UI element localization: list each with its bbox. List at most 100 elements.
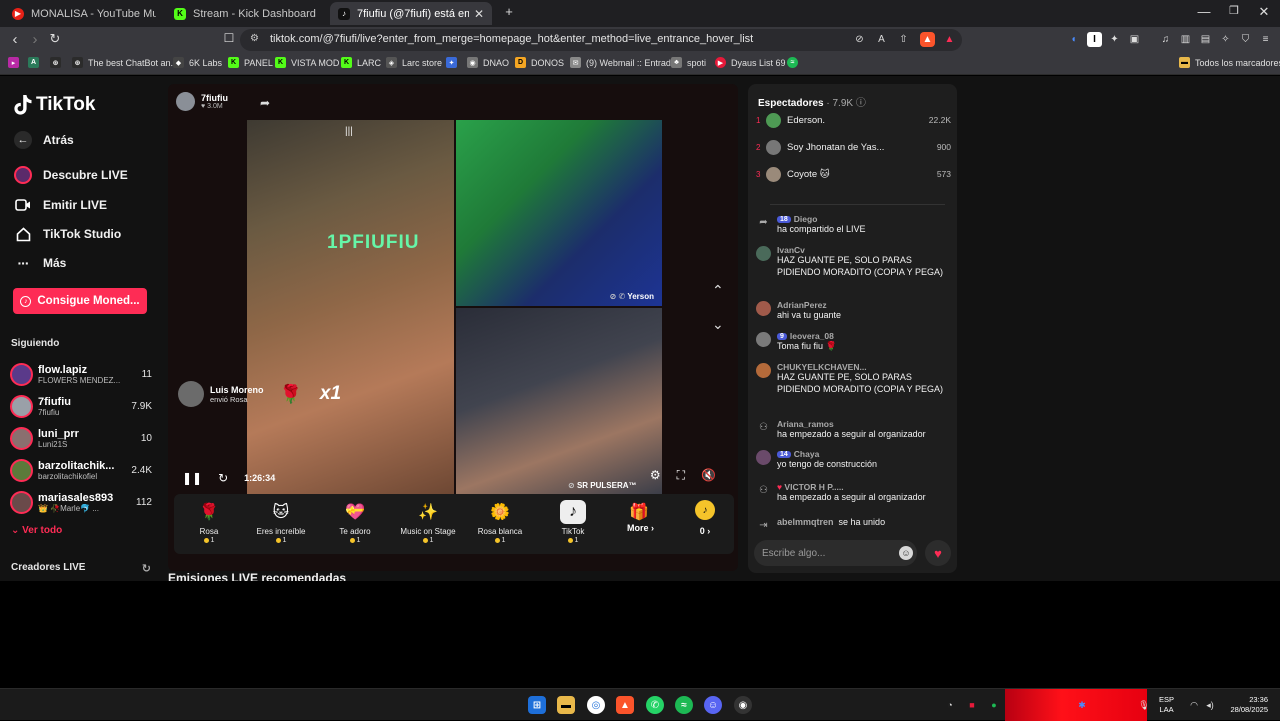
top-viewer-row[interactable]: 3 Coyote 🐱 573 (756, 165, 951, 183)
emoji-icon[interactable]: ☺ (899, 546, 913, 560)
nav-more[interactable]: ··· Más (14, 254, 67, 272)
extensions-puzzle-icon[interactable]: ✦ (1107, 32, 1122, 47)
url-text[interactable]: tiktok.com/@7fiufi/live?enter_from_merge… (270, 33, 753, 45)
bookmark-6k-labs[interactable]: ◆ 6K Labs (173, 57, 222, 68)
bookmark-dyaus[interactable]: ▶ Dyaus List 69 (715, 57, 786, 68)
gift-box-icon[interactable]: 🎁 (629, 502, 649, 522)
mute-icon[interactable]: 🔇 (701, 468, 716, 483)
spotify-icon[interactable]: ≈ (675, 696, 693, 714)
more-gifts-button[interactable]: More › (627, 523, 654, 533)
chrome-icon[interactable]: ◎ (587, 696, 605, 714)
previous-stream-arrow[interactable]: ⌃ (712, 282, 724, 299)
microphone-icon[interactable]: 🎙 (1138, 699, 1150, 711)
settings-icon[interactable]: ⚙ (650, 468, 661, 483)
info-icon[interactable]: ⓘ (856, 98, 866, 109)
following-item[interactable]: flow.lapiz FLOWERS MENDEZ... 11 (10, 360, 152, 388)
nav-discover-live[interactable]: Descubre LIVE (14, 166, 128, 184)
chat-message[interactable]: AdrianPerez ahi va tu guante (756, 300, 951, 322)
vpn-icon[interactable]: ⛉ (1238, 32, 1253, 47)
discord-icon[interactable]: ☺ (704, 696, 722, 714)
tab-youtube-music[interactable]: ▶ MONALISA - YouTube Music (4, 2, 164, 25)
screenshot-icon[interactable]: ▣ (1127, 32, 1142, 47)
reload-icon[interactable]: ↻ (45, 31, 65, 47)
brave-rewards-icon[interactable]: ▲ (942, 32, 957, 47)
following-item[interactable]: barzolitachik... barzolitachikofiel 2.4K (10, 456, 152, 484)
bookmark-larc[interactable]: K LARC (341, 57, 381, 68)
restore-button[interactable]: ❐ (1219, 4, 1249, 17)
bookmark-dnao[interactable]: ◉ DNAO (467, 57, 509, 68)
bluetooth-icon[interactable]: ✱ (1076, 699, 1088, 711)
bookmark-spotify-icon[interactable]: ≈ (787, 57, 803, 68)
close-window-button[interactable]: ✕ (1249, 4, 1279, 20)
get-coins-button[interactable]: ♪ Consigue Moned... (13, 288, 147, 314)
url-bar[interactable]: ⚙ tiktok.com/@7fiufi/live?enter_from_mer… (240, 29, 962, 51)
chat-message[interactable]: ⚇ ♥ VICTOR H P..... ha empezado a seguir… (756, 482, 951, 504)
following-item[interactable]: mariasales893 👑 🥀Marle🐬 ... 112 (10, 488, 152, 516)
refresh-icon[interactable]: ↻ (142, 562, 151, 575)
chat-message[interactable]: 9 leovera_08 Toma fiu fiu 🌹 (756, 331, 951, 353)
chat-message[interactable]: CHUKYELKCHAVEN... HAZ GUANTE PE, SOLO PA… (756, 362, 951, 396)
language-indicator[interactable]: ESP LAA (1159, 695, 1174, 715)
top-viewer-row[interactable]: 2 Soy Jhonatan de Yas... 900 (756, 138, 951, 156)
bookmark-panel[interactable]: K PANEL (228, 57, 273, 68)
chat-message[interactable]: IvanCv HAZ GUANTE PE, SOLO PARAS PIDIEND… (756, 245, 951, 279)
minimize-button[interactable]: — (1189, 4, 1219, 19)
gift-rose[interactable]: 🌹 Rosa 1 (173, 500, 245, 544)
bookmark-spoti[interactable]: ♣ spoti (671, 57, 706, 68)
share-icon[interactable]: ⇧ (896, 32, 911, 47)
back-icon[interactable]: ‹ (5, 31, 25, 48)
nav-go-live[interactable]: Emitir LIVE (14, 196, 107, 214)
tab-kick-dashboard[interactable]: K Stream - Kick Dashboard (166, 2, 326, 25)
nav-tiktok-studio[interactable]: TikTok Studio (14, 225, 121, 243)
whatsapp-icon[interactable]: ✆ (646, 696, 664, 714)
bookmark-icon[interactable]: ☐ (219, 31, 239, 45)
file-explorer-icon[interactable]: ▬ (557, 696, 575, 714)
chat-message[interactable]: ➦ 18 Diego ha compartido el LIVE (756, 214, 951, 236)
system-clock[interactable]: 23:36 28/08/2025 (1222, 695, 1268, 715)
bookmark-webmail[interactable]: ✉ (9) Webmail :: Entrada (570, 57, 676, 68)
menu-icon[interactable]: ≡ (1258, 32, 1273, 47)
forward-icon[interactable]: › (25, 31, 45, 48)
new-tab-button[interactable]: + (494, 4, 524, 19)
streamer-info[interactable]: 7fiufiu ♥ 3.0M (176, 92, 228, 111)
chat-message[interactable]: ⚇ Ariana_ramos ha empezado a seguir al o… (756, 419, 951, 441)
tray-app-icon[interactable]: ● (988, 699, 1000, 711)
gift-music-on-stage[interactable]: ✨ Music on Stage 1 (392, 500, 464, 544)
like-heart-button[interactable]: ♥ (925, 540, 951, 566)
gift-rosa-blanca[interactable]: 🌼 Rosa blanca 1 (464, 500, 536, 544)
fullscreen-icon[interactable]: ⛶ (677, 468, 685, 483)
volume-icon[interactable]: ◂) (1204, 699, 1216, 711)
extension-icon[interactable]: I (1087, 32, 1102, 47)
windows-start-icon[interactable]: ⊞ (528, 696, 546, 714)
bookmark-a-icon[interactable]: A (28, 57, 44, 68)
back-link[interactable]: ← Atrás (14, 131, 74, 149)
following-item[interactable]: 7fiufiu 7fiufiu 7.9K (10, 392, 152, 420)
tray-app-icon[interactable]: ◔ (944, 699, 956, 711)
brave-shield-icon[interactable]: ▲ (920, 32, 935, 47)
bookmark-larc-store[interactable]: ◈ Larc store (386, 57, 442, 68)
tray-app-icon[interactable]: ■ (966, 699, 978, 711)
leo-icon[interactable]: ✧ (1218, 32, 1233, 47)
chat-input[interactable] (754, 540, 917, 566)
obs-icon[interactable]: ◉ (734, 696, 752, 714)
audio-icon[interactable]: ◖ (1066, 32, 1081, 47)
close-tab-icon[interactable]: ✕ (474, 7, 484, 21)
tab-tiktok-live[interactable]: ♪ 7fiufiu (@7fiufi) está emitiendo LIVE … (330, 2, 492, 25)
bookmark-chatbot[interactable]: ⊛ The best ChatBot an... (72, 57, 178, 68)
wallet-icon[interactable]: ▤ (1198, 32, 1213, 47)
bookmark-app-icon[interactable]: ▸ (8, 57, 24, 68)
bookmark-vista-mod[interactable]: K VISTA MOD (275, 57, 339, 68)
wifi-icon[interactable]: ◠ (1188, 699, 1200, 711)
refresh-icon[interactable]: ↻ (218, 471, 228, 485)
gift-te-adoro[interactable]: 💝 Te adoro 1 (319, 500, 391, 544)
next-stream-arrow[interactable]: ⌄ (712, 316, 724, 333)
share-icon[interactable]: ➦ (260, 96, 270, 110)
gift-eres-increible[interactable]: 🐱 Eres increíble 1 (245, 500, 317, 544)
music-icon[interactable]: ♫ (1158, 32, 1173, 47)
bookmark-donos[interactable]: D DONOS (515, 57, 564, 68)
top-viewer-row[interactable]: 1 Ederson. 22.2K (756, 111, 951, 129)
gift-tiktok[interactable]: ♪ TikTok 1 (537, 500, 609, 544)
bookmark-openai-icon[interactable]: ⊛ (50, 57, 66, 68)
following-item[interactable]: luni_prr Luni21S 10 (10, 424, 152, 452)
brave-icon[interactable]: ▲ (616, 696, 634, 714)
